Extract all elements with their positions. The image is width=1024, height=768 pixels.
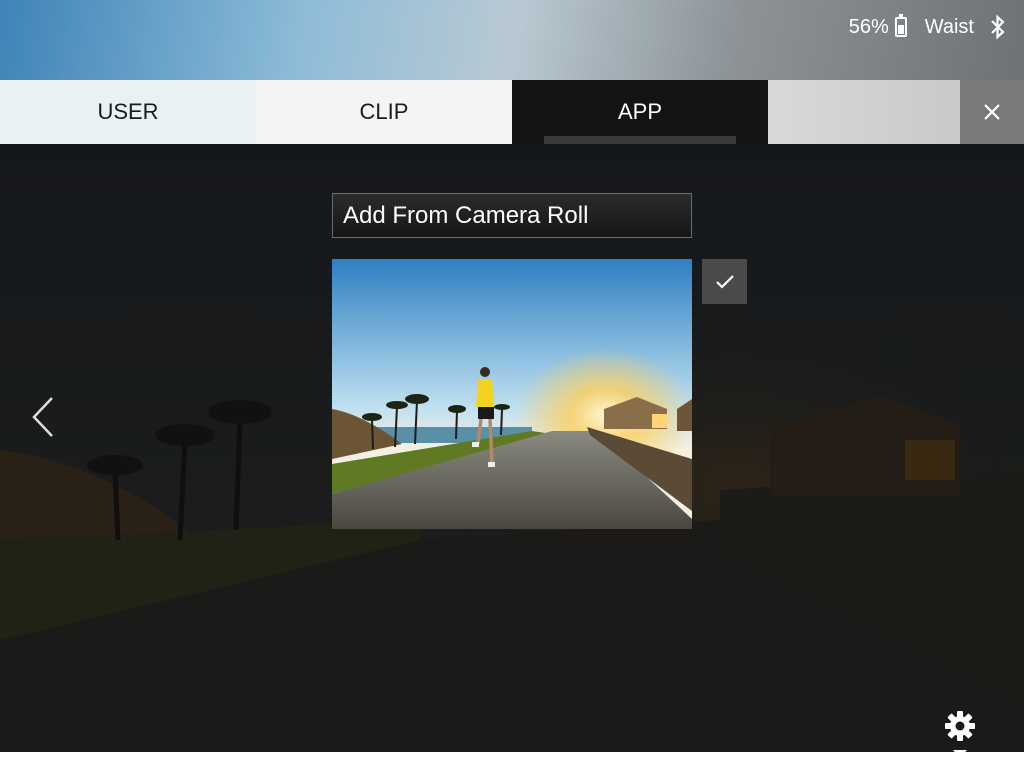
check-icon [715, 274, 734, 289]
add-from-camera-roll-button[interactable]: Add From Camera Roll [332, 193, 692, 238]
tab-user[interactable]: USER [0, 80, 256, 144]
tab-clip-label: CLIP [359, 99, 409, 124]
tab-clip[interactable]: CLIP [256, 80, 512, 144]
tab-app-label: APP [617, 99, 663, 124]
tab-app[interactable]: APP [512, 80, 768, 144]
add-from-camera-roll-label: Add From Camera Roll [343, 201, 589, 229]
active-tab-indicator [544, 136, 736, 144]
tab-bar-spacer [768, 80, 960, 144]
selected-photo[interactable] [332, 259, 692, 529]
battery-percent: 56% [848, 15, 889, 38]
battery-icon [894, 14, 907, 37]
status-indicators: 56% Waist [849, 14, 1006, 40]
sensor-location: Waist [924, 15, 974, 38]
tab-bar: USER CLIP APP [0, 80, 1024, 144]
gear-icon[interactable] [944, 710, 976, 742]
bottom-strip [0, 752, 1024, 768]
tab-user-label: USER [97, 99, 159, 124]
close-icon [984, 104, 1000, 120]
chevron-left-icon[interactable] [30, 396, 58, 438]
close-button[interactable] [960, 80, 1024, 144]
confirm-selection-button[interactable] [702, 259, 747, 304]
bluetooth-icon [991, 14, 1005, 40]
status-bar: 56% Waist [0, 0, 1024, 80]
